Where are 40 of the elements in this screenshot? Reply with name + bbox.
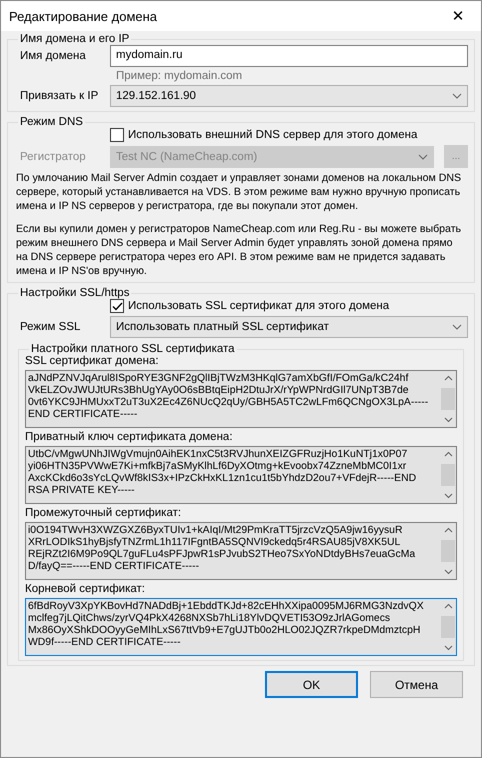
field-label: SSL сертификат домена: [25,355,160,367]
field-label: Регистратор [19,150,87,162]
ip-dropdown[interactable]: 129.152.161.90 [110,85,468,107]
scroll-down-icon[interactable] [444,417,452,423]
scroll-up-icon[interactable] [444,603,452,609]
scroll-down-icon[interactable] [444,493,452,499]
description-text: Если вы купили домен у регистраторов NameCheap.com или Reg.Ru - вы можете выбрать режим внешнего DNS сервера и Mail Server Admin будет управлять зоной домена прямо на DNS сервере регистратора через его API. В этом режиме вам не придется задавать имена и IP NS'ов вручную. [15,222,462,278]
scroll-down-icon[interactable] [444,645,452,651]
chevron-down-icon [452,324,462,330]
checkbox[interactable]: Использовать SSL сертификат для этого домена [110,299,468,313]
field-label: Имя домена [19,50,87,62]
group-title: Имя домена и его IP [19,33,130,45]
certificate-textarea[interactable]: UtbC/vMgwUNhJIWgVmujn0AihEK1nxC5t3RVJhunXEIZGFRuzjHo1KuNTj1x0P07 yi06HTN35PVWwE7Ki+mfkBj7aSMyKlhLf6DyXOtmg+kEvoobx74ZzneMbMC0I1xr AxcKCkd6o3sYcLQvWf8kIS3x+IPzCkHxKL1zn1cu1t5bYhdzD2ou7+VFdejR-----END RSA PRIVATE KEY----- [25,446,457,504]
scroll-down-icon[interactable] [444,569,452,575]
field-label: Приватный ключ сертификата домена: [25,431,234,443]
field-label: Режим SSL [19,321,82,333]
cancel-button[interactable]: Отмена [370,671,463,698]
window-title: Редактирование домена [9,8,158,24]
certificate-textarea[interactable]: aJNdPZNVJqArul8ISpoRYE3GNF2gQlIBjTWzM3HKqlG7amXbGfI/FOmGa/kC24hf VkELZOvJWUJtURs3BhUgYAy0O6sBBtqEipH2DtuJrX/rYpWPNrdGIl7UNpT3B7de 0vt6YKC9JHMUxxT2uT3uX2Ec4Z6NUcQ2qUy/GBH5A5TC2wLFm6QCNgOX3LpA----- END CERTIFICATE----- [25,370,457,428]
group-title: Настройки платного SSL сертификата [30,343,236,355]
scroll-up-icon[interactable] [444,375,452,381]
certificate-textarea[interactable]: 6fBdRoyV3XpYKBovHd7NADdBj+1EbddTKJd+82cEHhXXipa0095MJ6RMG3NzdvQX mclfeg7jLQitChws/zyrVQ4PkX4268NXSb7hLi18YlvDQVETI53O9zJrlAGomecs Mx86OyXShkDOOyyGeMIhLxS67ttVb9+E7gUJTb0o2HLO02JQZR7rkpeDMdmztcpH WD9f-----END CERTIFICATE----- [25,598,457,656]
chevron-down-icon [452,93,462,99]
group-title: Настройки SSL/https [19,287,130,299]
checkbox[interactable]: Использовать внешний DNS сервер для этого домена [110,128,468,142]
check-icon [112,302,122,310]
certificate-textarea[interactable]: i0O194TWvH3XWZGXZ6ByxTUIv1+kAIqI/Mt29PmKraTT5jrzcVzQ5A9jw16yysuR XRrLODIkS1hyBjsfyTNZrmL1h117IFgntBA5SQNVI9ckedq5r4RSAU85jV8XK5UL REjRZt2I6M9Po9QL7guFLu4sPFJpwR1sPJvubS2THeo7SxYoNDtdyBHs7euaGcMa D/fayQ==-----END CERTIFICATE----- [25,522,457,580]
domain-input[interactable]: mydomain.ru [110,45,468,67]
field-label: Промежуточный сертификат: [25,507,182,519]
hint-text: Пример: mydomain.com [116,70,244,82]
ok-button[interactable]: OK [265,671,358,698]
scroll-up-icon[interactable] [444,527,452,533]
close-button[interactable]: ✕ [435,1,481,31]
chevron-down-icon [418,154,428,160]
scroll-up-icon[interactable] [444,451,452,457]
group-title: Режим DNS [19,116,84,128]
field-label: Корневой сертификат: [25,583,146,595]
field-label: Привязать к IP [19,90,100,102]
description-text: По умлочанию Mail Server Admin создает и управляет зонами доменов на локальном DNS сервере, который устанавливается на VDS. В этом режиме вам нужно вручную прописать имена и IP NS серверов у регистратора, где вы покупали этот домен. [15,171,462,213]
ssl-mode-dropdown[interactable]: Использовать платный SSL сертификат [110,316,468,338]
